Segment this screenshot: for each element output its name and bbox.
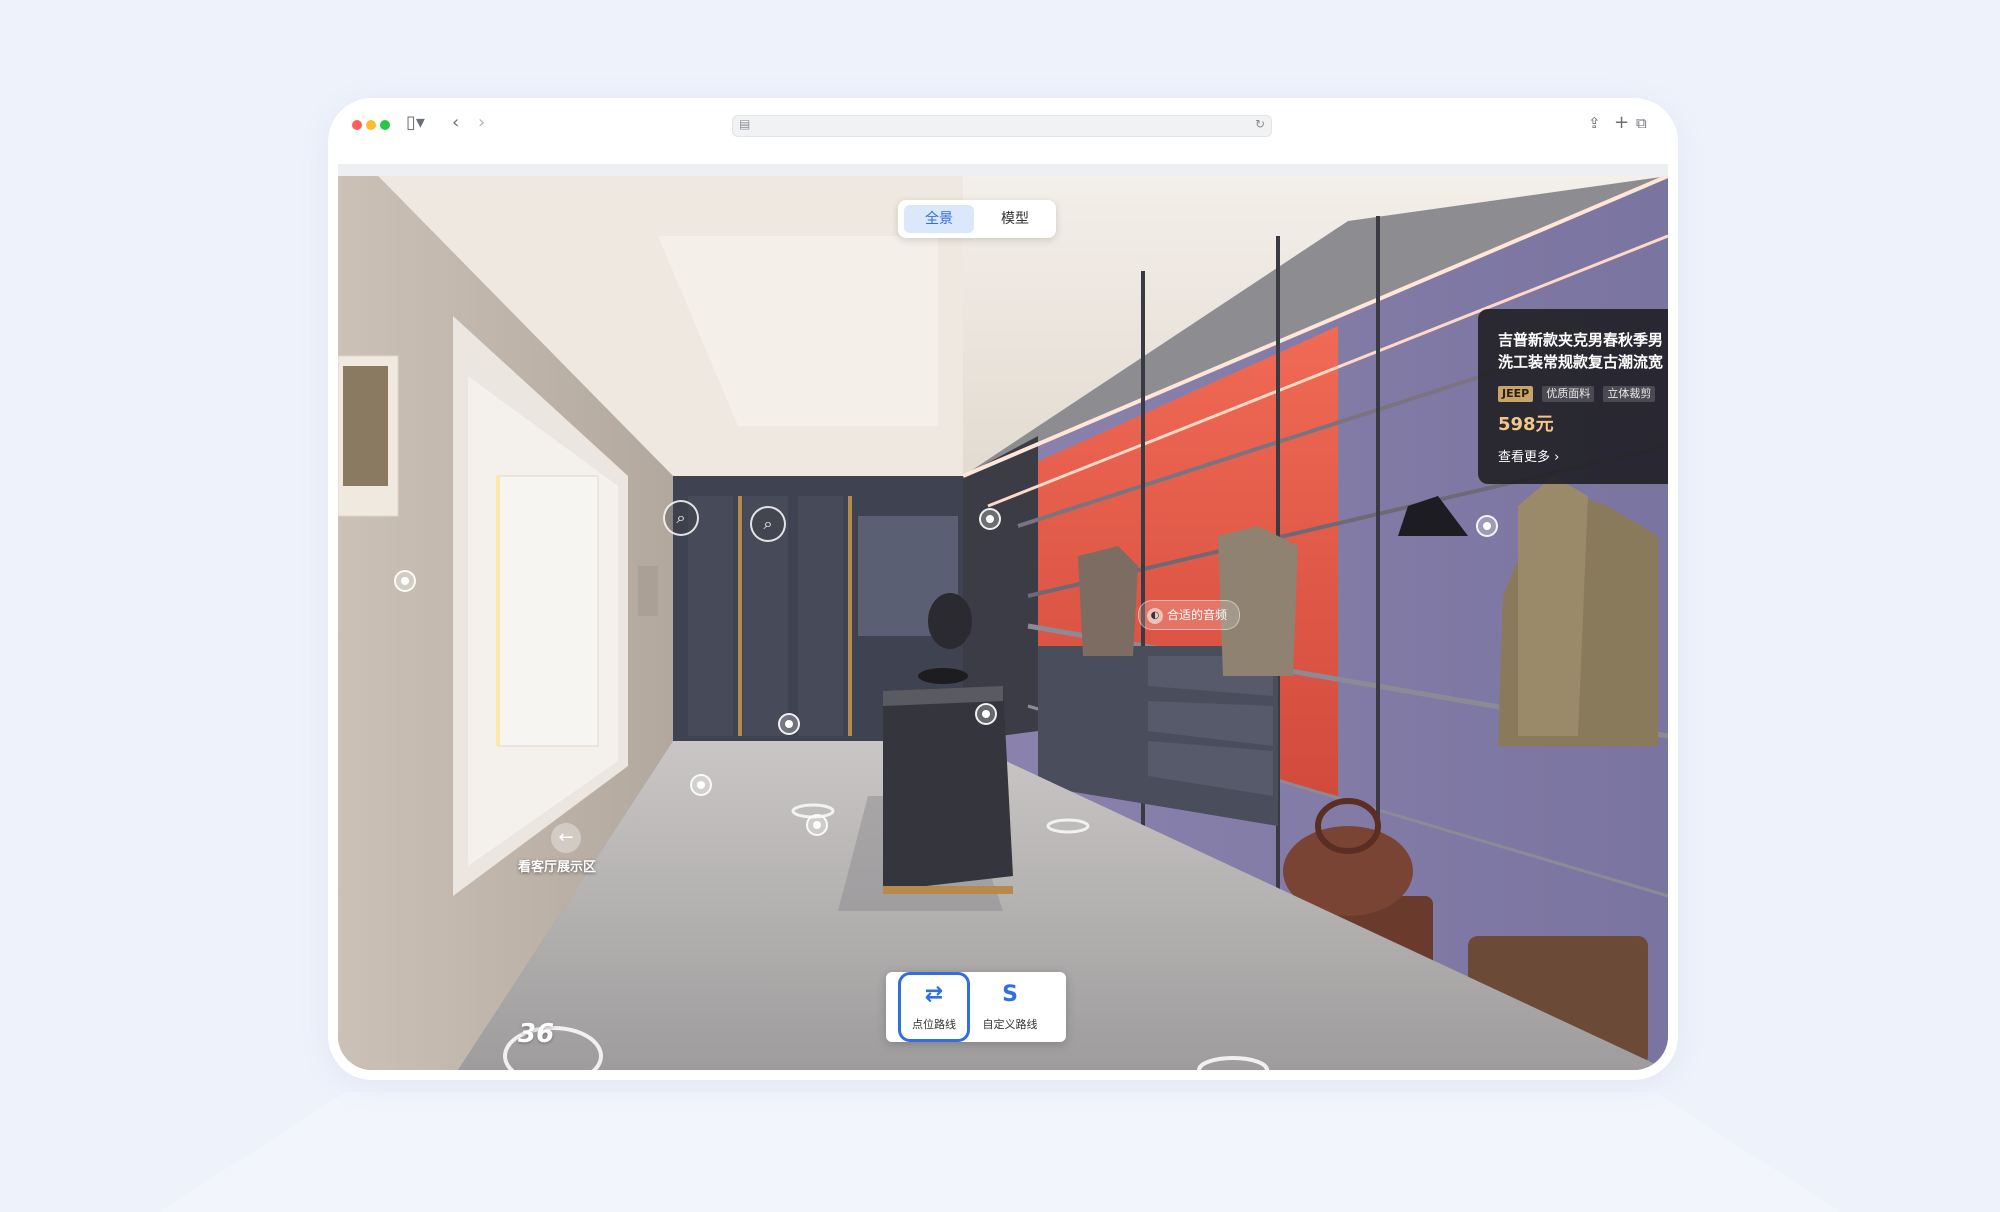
address-bar[interactable]: ▤ ↻ (732, 115, 1272, 137)
product-title-line2: 洗工装常规款复古潮流宽 (1498, 353, 1664, 371)
audio-hotspot[interactable]: ◐ 合适的音频 (1138, 600, 1241, 630)
plus-icon[interactable]: + (1614, 110, 1629, 136)
audio-hotspot-label: 合适的音频 (1167, 608, 1228, 622)
hotspot-marker[interactable] (1476, 515, 1498, 537)
hotspot-marker[interactable] (806, 814, 828, 836)
panorama-viewport[interactable]: 全景 模型 吉普新款夹克男春秋季男 洗工装常规款复古潮流宽 JEEP 优质面料 … (338, 176, 1668, 1070)
tab-strip (338, 164, 1668, 176)
product-tags: JEEP 优质面料 立体裁剪 (1498, 382, 1659, 402)
see-more-link[interactable]: 查看更多 › (1498, 446, 1559, 465)
custom-route-button[interactable]: S 自定义路线 (974, 972, 1046, 1042)
forward-icon[interactable]: › (478, 110, 485, 136)
reload-icon[interactable]: ↻ (1255, 117, 1265, 131)
nav-living-room-label[interactable]: 看客厅展示区 (518, 856, 596, 875)
product-title-line1: 吉普新款夹克男春秋季男 (1498, 331, 1664, 349)
custom-route-icon: S (1002, 982, 1018, 1007)
product-card[interactable]: 吉普新款夹克男春秋季男 洗工装常规款复古潮流宽 JEEP 优质面料 立体裁剪 5… (1478, 309, 1668, 484)
device-stand (160, 1092, 1840, 1212)
browser-toolbar: ▯▾ ‹ › ▤ ↻ ⇪ + ⧉ (328, 98, 1678, 150)
point-route-button[interactable]: ⇄ 点位路线 (898, 972, 970, 1042)
custom-route-label: 自定义路线 (982, 1018, 1038, 1031)
arrow-left-icon[interactable]: ← (551, 823, 581, 853)
see-more-label: 查看更多 (1498, 450, 1551, 465)
tag-brand: JEEP (1498, 386, 1534, 402)
tabs-overview-icon[interactable]: ⧉ (1636, 110, 1647, 136)
tag-cut: 立体裁剪 (1603, 386, 1656, 402)
tab-panorama[interactable]: 全景 (904, 205, 974, 233)
hotspot-marker[interactable] (394, 570, 416, 592)
close-window-button[interactable] (352, 120, 362, 130)
product-price: 598元 (1498, 414, 1554, 435)
hotspot-marker[interactable] (690, 774, 712, 796)
minimize-window-button[interactable] (366, 120, 376, 130)
back-icon[interactable]: ‹ (452, 110, 459, 136)
tab-model[interactable]: 模型 (980, 205, 1050, 233)
page-info-icon: ▤ (739, 117, 751, 131)
zoom-icon[interactable]: ⌕ (750, 506, 786, 542)
maximize-window-button[interactable] (380, 120, 390, 130)
panorama-36-badge: 36 (518, 1019, 555, 1049)
view-mode-switch: 全景 模型 (898, 200, 1056, 238)
hotspot-marker[interactable] (975, 703, 997, 725)
sidebar-icon[interactable]: ▯▾ (406, 110, 425, 136)
point-route-label: 点位路线 (912, 1018, 956, 1031)
share-icon[interactable]: ⇪ (1588, 110, 1601, 136)
product-title: 吉普新款夹克男春秋季男 洗工装常规款复古潮流宽 (1498, 329, 1668, 373)
zoom-icon[interactable]: ⌕ (663, 500, 699, 536)
hotspot-marker[interactable] (979, 508, 1001, 530)
route-icon: ⇄ (924, 982, 944, 1007)
route-panel: ⇄ 点位路线 S 自定义路线 (886, 972, 1066, 1042)
hotspot-marker[interactable] (778, 713, 800, 735)
tablet-frame: ▯▾ ‹ › ▤ ↻ ⇪ + ⧉ 全景 模型 吉普新款夹克男春秋季男 洗工装常规… (328, 98, 1678, 1080)
walk-in-closet-panorama[interactable] (338, 176, 1668, 1070)
speaker-icon: ◐ (1147, 607, 1163, 624)
tag-fabric: 优质面料 (1542, 386, 1595, 402)
chevron-right-icon: › (1554, 450, 1560, 465)
